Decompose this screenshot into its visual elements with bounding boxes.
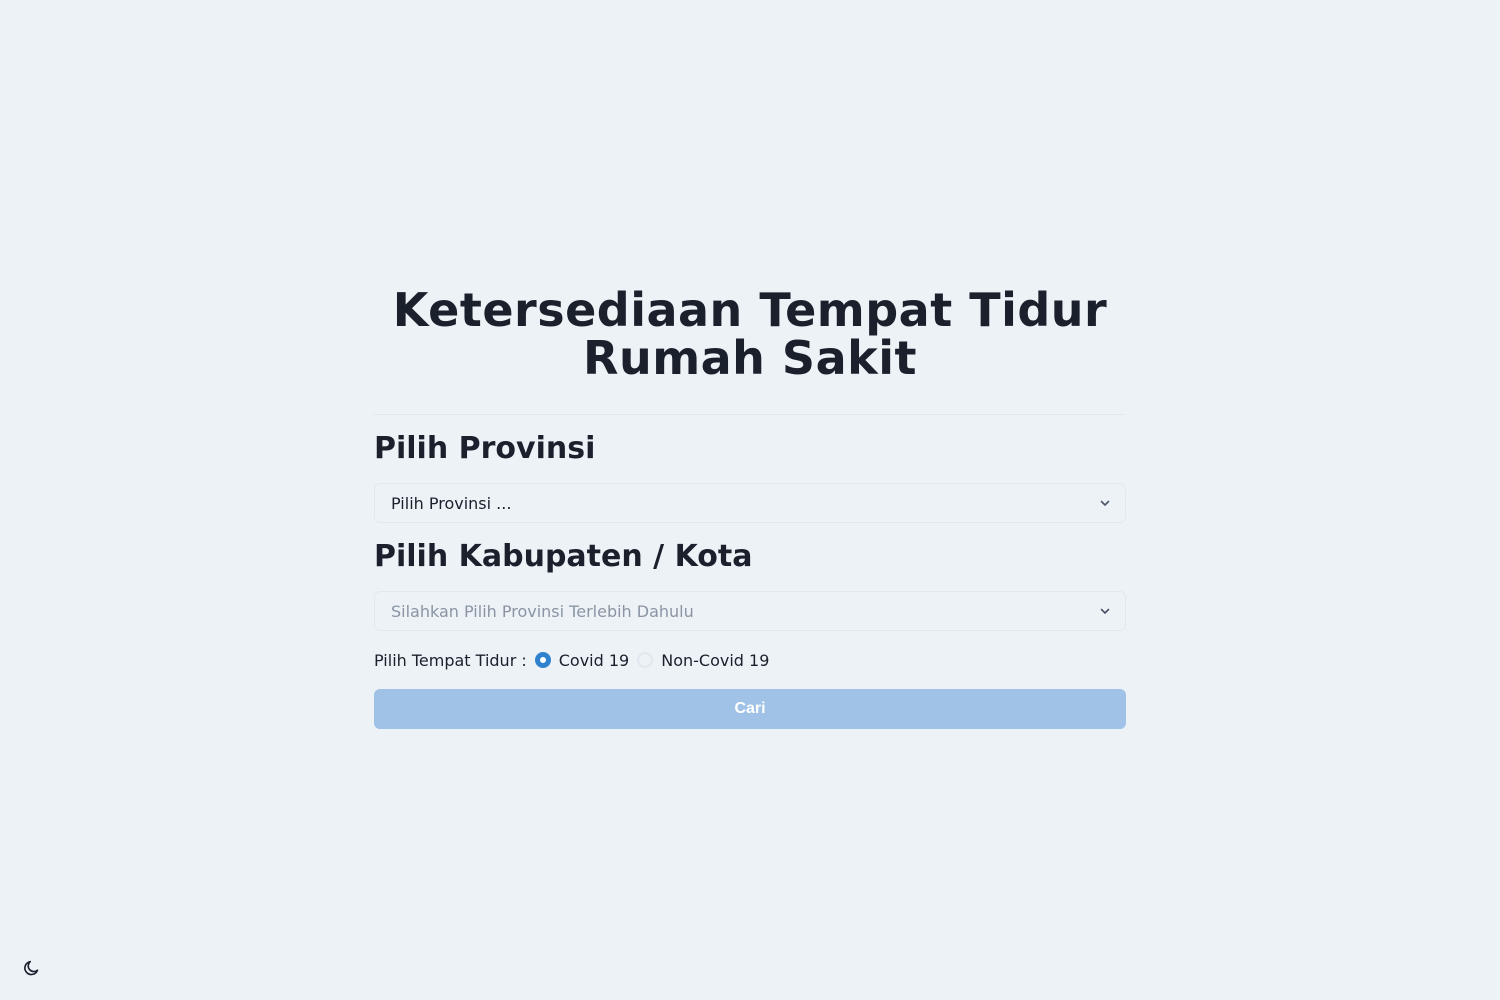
bed-type-label: Pilih Tempat Tidur :: [374, 650, 527, 670]
search-button[interactable]: Cari: [374, 689, 1126, 729]
chevron-down-icon: [1100, 608, 1110, 614]
radio-covid-label: Covid 19: [558, 650, 630, 670]
moon-icon: [24, 960, 39, 976]
divider: [374, 414, 1126, 415]
city-select[interactable]: Silahkan Pilih Provinsi Terlebih Dahulu: [374, 591, 1126, 631]
page-title: Ketersediaan Tempat Tidur Rumah Sakit: [392, 283, 1108, 385]
radio-covid[interactable]: Covid 19: [534, 650, 630, 670]
search-form: Ketersediaan Tempat Tidur Rumah Sakit Pi…: [374, 286, 1126, 729]
page: Ketersediaan Tempat Tidur Rumah Sakit Pi…: [0, 0, 1500, 1000]
province-select[interactable]: Pilih Provinsi ...: [374, 483, 1126, 523]
province-heading: Pilih Provinsi: [374, 431, 596, 466]
province-select-value: Pilih Provinsi ...: [391, 493, 512, 513]
radio-covid-dot[interactable]: [534, 652, 551, 668]
radio-non-covid[interactable]: Non-Covid 19: [637, 651, 769, 670]
theme-toggle-button[interactable]: [22, 958, 42, 978]
bed-type-radio-group: Pilih Tempat Tidur : Covid 19 Non-Covid …: [374, 649, 1126, 671]
radio-non-covid-dot[interactable]: [637, 652, 654, 668]
city-heading: Pilih Kabupaten / Kota: [374, 539, 753, 574]
chevron-down-icon: [1100, 500, 1110, 506]
radio-non-covid-label: Non-Covid 19: [661, 650, 770, 670]
city-select-value: Silahkan Pilih Provinsi Terlebih Dahulu: [391, 601, 694, 621]
